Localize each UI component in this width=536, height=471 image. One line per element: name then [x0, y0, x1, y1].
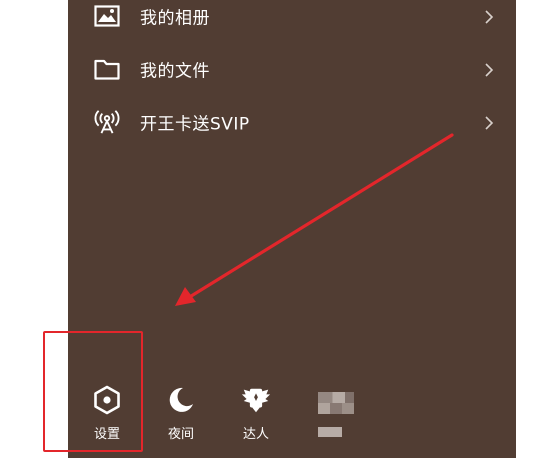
annotation-arrow	[175, 133, 454, 306]
